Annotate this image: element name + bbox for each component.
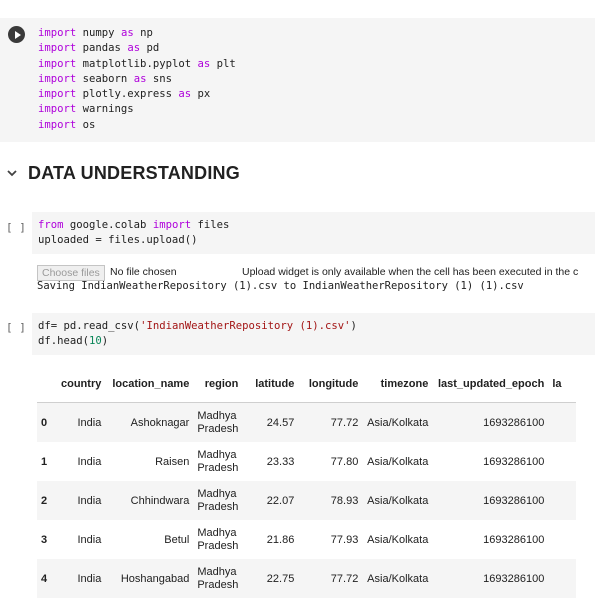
- table-cell: 1693286100: [432, 559, 549, 598]
- run-cell-button[interactable]: [8, 26, 25, 43]
- table-cell: Madhya Pradesh: [193, 481, 243, 520]
- table-cell: India: [77, 455, 102, 468]
- table-cell: Chhindwara: [105, 481, 194, 520]
- table-row: 2 India Chhindwara Madhya Pradesh 22.07 78.93 A…: [37, 481, 577, 520]
- table-cell: [548, 402, 577, 442]
- region-line: Pradesh: [197, 422, 239, 435]
- table-cell: 77.93: [330, 533, 359, 546]
- code-editor-upload[interactable]: from google.colab import files uploaded …: [32, 212, 595, 254]
- table-cell: 1: [41, 455, 48, 468]
- column-header: latitude: [242, 366, 299, 403]
- table-cell: India: [57, 402, 106, 442]
- code-cell-imports[interactable]: import numpy as np import pandas as pd imp…: [0, 18, 595, 142]
- cell-exec-bracket: [ ]: [6, 221, 26, 234]
- no-file-label: No file chosen: [110, 266, 177, 278]
- table-cell: Madhya Pradesh: [193, 520, 242, 559]
- table-cell: Asia/Kolkata: [362, 402, 433, 442]
- region-line: Pradesh: [197, 500, 239, 513]
- code-line: uploaded = files.upload(): [38, 234, 198, 246]
- choose-files-button[interactable]: Choose files: [37, 265, 105, 281]
- table-cell: 1693286100: [432, 402, 549, 442]
- table-cell: Madhya Pradesh: [193, 442, 242, 481]
- saving-output: Saving IndianWeatherRepository (1).csv t…: [37, 280, 524, 292]
- table-row: 4 India Hoshangabad Madhya Pradesh 22.75 77.72…: [37, 559, 577, 598]
- region-line: Madhya: [197, 526, 237, 539]
- region-line: Pradesh: [197, 461, 239, 474]
- code-line: import pandas as pd: [38, 42, 160, 55]
- code-line: from google.colab import files: [38, 219, 230, 231]
- section-heading: DATA UNDERSTANDING: [28, 163, 240, 183]
- table-cell: 1693286100: [483, 455, 545, 468]
- code-line: df.head(10): [38, 335, 109, 347]
- table-cell: 78.93: [298, 481, 363, 520]
- table-header-row: country location_name region latitude lo…: [37, 366, 577, 403]
- table-cell: Betul: [164, 533, 190, 546]
- table-cell: Raisen: [155, 455, 190, 468]
- code-line: import matplotlib.pyplot as plt: [38, 57, 236, 70]
- table-row: 0 India Ashoknagar Madhya Pradesh 24.57 77.72 A…: [37, 402, 577, 442]
- dataframe-output: country location_name region latitude lo…: [37, 366, 595, 598]
- column-header: timezone: [362, 366, 433, 403]
- code-editor-read-csv[interactable]: df= pd.read_csv('IndianWeatherRepository…: [32, 313, 595, 355]
- code-line: import warnings: [38, 103, 134, 116]
- code-line: import seaborn as sns: [38, 72, 172, 85]
- collapse-chevron-icon[interactable]: [5, 166, 19, 180]
- table-cell: Hoshangabad: [105, 559, 194, 598]
- column-header: [37, 366, 57, 403]
- code-line: import os: [38, 118, 96, 131]
- table-cell: [548, 481, 577, 520]
- region-line: Madhya: [197, 448, 237, 461]
- column-header: region: [193, 366, 243, 403]
- table-cell: [548, 520, 576, 559]
- table-cell: 3: [41, 533, 48, 546]
- table-cell: India: [57, 481, 106, 520]
- column-header: la: [548, 366, 577, 403]
- table-cell: 1693286100: [483, 533, 545, 546]
- table-cell: Asia/Kolkata: [362, 481, 433, 520]
- code-line: import numpy as np: [38, 27, 153, 39]
- table-cell: Ashoknagar: [105, 402, 194, 442]
- table-cell: 2: [37, 481, 57, 520]
- column-header: last_updated_epoch: [432, 366, 549, 403]
- region-line: Madhya: [197, 565, 237, 578]
- table-cell: 22.07: [242, 481, 299, 520]
- cell-exec-bracket: [ ]: [6, 321, 26, 334]
- region-line: Madhya: [197, 409, 237, 422]
- table-cell: 22.75: [242, 559, 299, 598]
- table-cell: Madhya Pradesh: [193, 559, 243, 598]
- table-cell: Asia/Kolkata: [362, 559, 433, 598]
- region-line: Pradesh: [197, 539, 239, 552]
- table-cell: Asia/Kolkata: [367, 455, 429, 468]
- table-row: 1 India Raisen Madhya Pradesh 23.33 77.80 Asia/…: [37, 442, 576, 481]
- table-cell: 23.33: [266, 455, 295, 468]
- dataframe-table: country location_name region latitude lo…: [37, 366, 577, 598]
- table-cell: 4: [37, 559, 57, 598]
- code-lines: import numpy as np import pandas as pd imp…: [38, 26, 236, 133]
- column-header: longitude: [298, 366, 363, 403]
- table-row: 3 India Betul Madhya Pradesh 21.86 77.93 Asia/K…: [37, 520, 576, 559]
- upload-widget-note: Upload widget is only available when the…: [242, 266, 579, 278]
- region-line: Madhya: [197, 487, 237, 500]
- table-cell: 24.57: [242, 402, 299, 442]
- code-line: df= pd.read_csv('IndianWeatherRepository…: [38, 320, 357, 332]
- table-cell: 77.72: [298, 402, 363, 442]
- code-line: import plotly.express as px: [38, 88, 211, 101]
- table-cell: 77.72: [298, 559, 363, 598]
- region-line: Pradesh: [197, 578, 239, 591]
- column-header: location_name: [105, 366, 194, 403]
- table-cell: Asia/Kolkata: [367, 533, 429, 546]
- column-header: country: [57, 366, 106, 403]
- table-cell: [548, 559, 577, 598]
- table-cell: India: [77, 533, 102, 546]
- table-cell: 0: [37, 402, 57, 442]
- table-cell: Madhya Pradesh: [193, 402, 243, 442]
- table-cell: 1693286100: [432, 481, 549, 520]
- table-cell: India: [57, 559, 106, 598]
- table-cell: [548, 442, 576, 481]
- table-cell: 77.80: [330, 455, 359, 468]
- table-cell: 21.86: [266, 533, 295, 546]
